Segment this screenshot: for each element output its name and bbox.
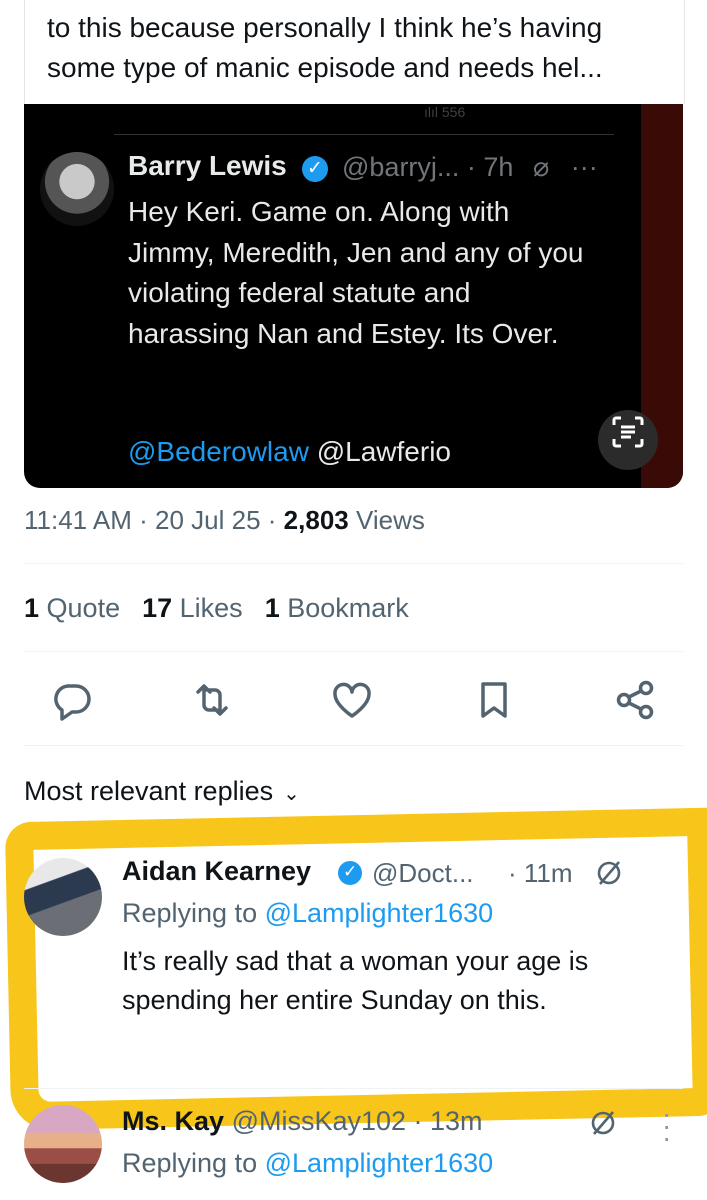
reply-author-handle: @Doct... — [372, 858, 474, 888]
divider — [24, 745, 683, 746]
replies-sort-label: Most relevant replies — [24, 776, 274, 806]
quotes-label: Quote — [39, 593, 121, 623]
divider — [114, 134, 614, 135]
divider — [24, 651, 683, 652]
divider — [24, 563, 683, 564]
quoted-post-text: to this because personally I think he’s … — [47, 12, 603, 83]
bookmark-button[interactable] — [470, 676, 518, 724]
grok-icon: ⌀ — [532, 152, 550, 182]
embedded-handle-text: @barryj... · 7h — [342, 152, 514, 182]
bookmark-icon — [481, 682, 507, 718]
replying-to-link[interactable]: @Lamplighter1630 — [265, 1148, 494, 1178]
share-button[interactable] — [612, 676, 660, 724]
embedded-mentions: @Bederowlaw @Lawferio — [128, 436, 451, 468]
likes-count: 17 — [142, 593, 173, 623]
more-vertical-icon[interactable]: · · · — [662, 1100, 671, 1152]
reply-text: It’s really sad that a woman your age is… — [122, 946, 589, 1015]
reply-icon — [54, 684, 91, 721]
grok-icon[interactable] — [594, 858, 624, 888]
engagement-stats: 1 Quote 17 Likes 1 Bookmark — [24, 593, 409, 624]
reply-button[interactable] — [48, 676, 96, 724]
verified-badge-icon — [302, 156, 328, 182]
likes-label: Likes — [172, 593, 243, 623]
cropped-stats-fragment: ılıl 556 — [424, 104, 466, 120]
replying-to: Replying to @Lamplighter1630 — [122, 1148, 493, 1179]
repost-button[interactable] — [188, 676, 236, 724]
embedded-post-text: Hey Keri. Game on. Along with Jimmy, Mer… — [128, 196, 584, 349]
grok-icon[interactable] — [588, 1108, 618, 1138]
like-icon — [333, 682, 371, 718]
quoted-post-card[interactable]: to this because personally I think he’s … — [24, 0, 685, 104]
bookmarks-label: Bookmark — [279, 593, 409, 623]
replies-sort-dropdown[interactable]: Most relevant replies ⌄ — [24, 776, 300, 807]
chevron-down-icon: ⌄ — [283, 783, 300, 805]
replying-label: Replying to — [122, 898, 265, 928]
text-scan-icon[interactable] — [598, 410, 658, 470]
views-label: Views — [348, 505, 425, 535]
share-icon — [616, 680, 654, 720]
avatar[interactable] — [24, 858, 102, 936]
avatar — [40, 152, 114, 226]
verified-badge-icon — [338, 861, 362, 885]
more-icon: ··· — [570, 152, 598, 182]
replying-label: Replying to — [122, 1148, 265, 1178]
post-timestamp-views: 11:41 AM · 20 Jul 25 · 2,803 Views — [24, 505, 425, 536]
repost-icon — [196, 684, 228, 716]
quotes-count: 1 — [24, 593, 40, 623]
post-time: 11:41 AM · 20 Jul 25 · — [24, 505, 284, 535]
replying-to: Replying to @Lamplighter1630 — [122, 898, 493, 929]
embedded-image[interactable]: ılıl 556 Barry Lewis @barryj... · 7h ⌀ ·… — [24, 104, 683, 488]
like-button[interactable] — [328, 676, 376, 724]
text-scan-glyph — [612, 416, 644, 448]
reply-author-name[interactable]: Ms. Kay — [122, 1106, 224, 1136]
bookmarks-stat[interactable]: 1 Bookmark — [265, 593, 409, 623]
reply-author-name[interactable]: Aidan Kearney — [122, 856, 311, 887]
quotes-stat[interactable]: 1 Quote — [24, 593, 120, 623]
reply-author: Ms. Kay @MissKay102 · 13m — [122, 1106, 483, 1137]
views-count: 2,803 — [283, 505, 349, 535]
replying-to-link[interactable]: @Lamplighter1630 — [265, 898, 494, 928]
divider — [24, 1088, 683, 1089]
avatar[interactable] — [24, 1105, 102, 1183]
reply-time: · 11m — [508, 858, 624, 889]
mention-link: @Bederowlaw — [128, 436, 309, 467]
likes-stat[interactable]: 17 Likes — [142, 593, 243, 623]
embedded-author-name: Barry Lewis — [128, 150, 287, 181]
bookmarks-count: 1 — [264, 593, 280, 623]
mention-text: @Lawferio — [316, 436, 451, 467]
embedded-author-handle: @barryj... · 7h ⌀ ··· — [342, 152, 598, 183]
reply-author-handle: @MissKay102 · 13m — [231, 1106, 483, 1136]
reply-time-text: · 11m — [508, 858, 573, 888]
